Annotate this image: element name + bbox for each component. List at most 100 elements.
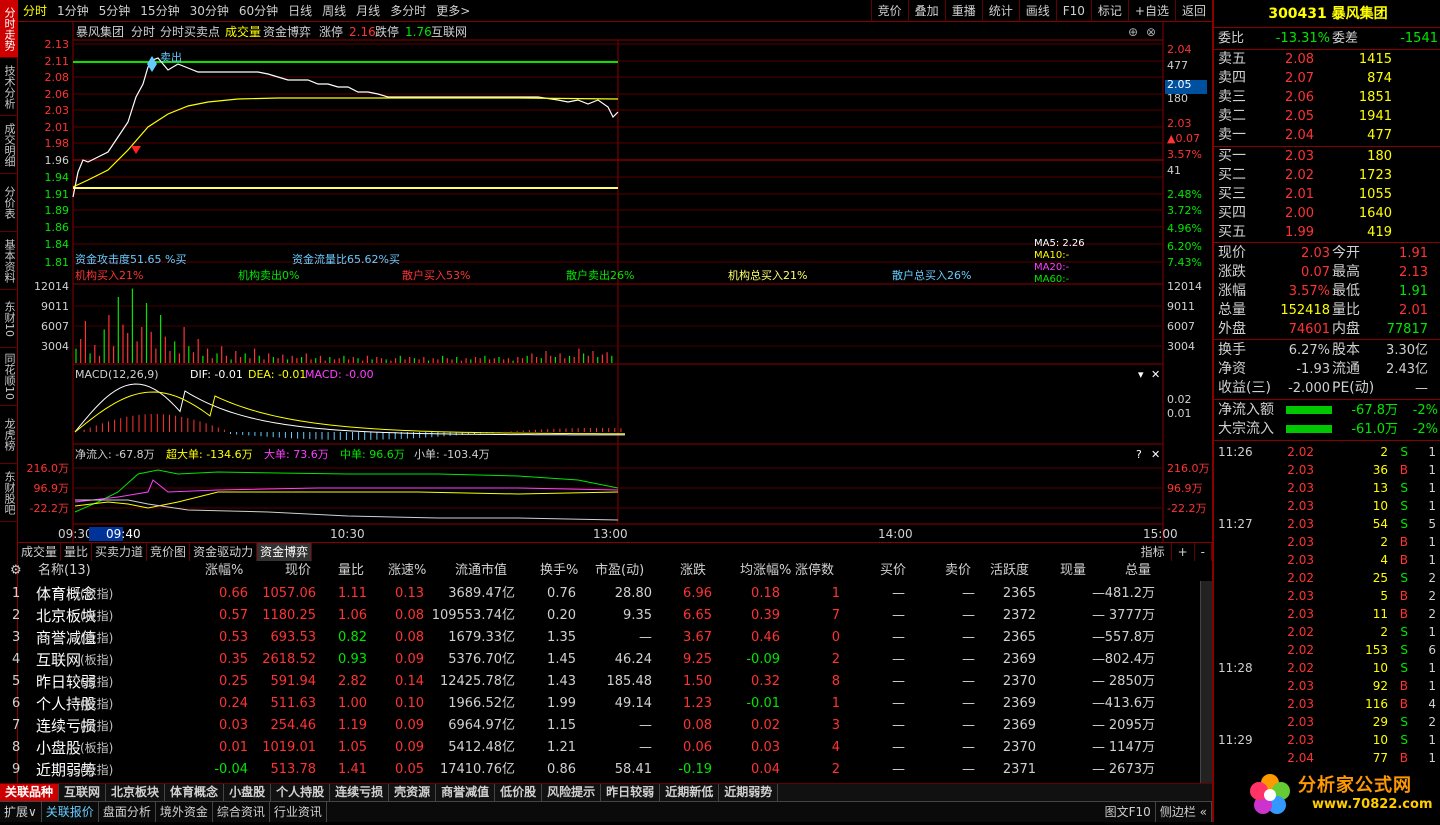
vtab-7[interactable]: 龙虎榜	[0, 406, 18, 464]
period-tab-0[interactable]: 分时	[18, 0, 52, 22]
table-header-13[interactable]: 活跃度	[990, 561, 1029, 581]
vtab-3[interactable]: 分价表	[0, 174, 18, 232]
toolbar-button-2[interactable]: 重播	[944, 0, 982, 22]
sector-tab-1[interactable]: 互联网	[59, 784, 107, 801]
vtab-6[interactable]: 同花顺10	[0, 348, 18, 406]
chart-canvas[interactable]: 暴风集团 分时 分时买卖点 成交量 资金博弈 涨停 2.16 跌停 1.76 互联网 ⊕ ⊗ 2.13 2…	[18, 22, 1212, 542]
indicator-tab-5[interactable]: 资金博弈	[257, 543, 313, 561]
indicator-action-2[interactable]: -	[1195, 543, 1212, 561]
period-tab-2[interactable]: 5分钟	[94, 0, 136, 22]
status-item-0[interactable]: 扩展∨	[0, 802, 42, 822]
toolbar-button-5[interactable]: F10	[1055, 0, 1091, 22]
table-header-1[interactable]: 涨幅%	[205, 561, 243, 581]
period-tab-7[interactable]: 周线	[317, 0, 351, 22]
vtab-4[interactable]: 基本资料	[0, 232, 18, 290]
sector-tab-11[interactable]: 昨日较弱	[601, 784, 661, 801]
period-tab-4[interactable]: 30分钟	[185, 0, 234, 22]
period-tab-9[interactable]: 多分时	[385, 0, 431, 22]
vtab-8[interactable]: 东财股吧	[0, 464, 18, 522]
period-tab-5[interactable]: 60分钟	[234, 0, 283, 22]
table-row[interactable]: 4 互联网 (板指) 0.35 2618.52 0.93 0.09 5376.70亿 1.45 4…	[0, 649, 1212, 671]
table-header-2[interactable]: 现价	[285, 561, 311, 581]
buy-level-3[interactable]: 买三 2.01 1055	[1214, 185, 1440, 204]
table-header-5[interactable]: 流通市值	[455, 561, 507, 581]
table-row[interactable]: 8 小盘股 (板指) 0.01 1019.01 1.05 0.09 5412.48亿 1.21 —…	[0, 737, 1212, 759]
table-row[interactable]: 5 昨日较弱 (板指) 0.25 591.94 2.82 0.14 12425.78亿 1.43…	[0, 671, 1212, 693]
sector-tab-12[interactable]: 近期新低	[660, 784, 720, 801]
sector-tab-3[interactable]: 体育概念	[165, 784, 225, 801]
status-item-5[interactable]: 行业资讯	[270, 802, 327, 822]
status-right-1[interactable]: 侧边栏 «	[1156, 802, 1212, 822]
table-header-14[interactable]: 现量	[1060, 561, 1086, 581]
vtab-5[interactable]: 东财10	[0, 290, 18, 348]
indicator-tab-0[interactable]: 成交量	[18, 543, 62, 561]
toolbar-button-1[interactable]: 叠加	[907, 0, 945, 22]
status-right-0[interactable]: 图文F10	[1101, 802, 1156, 822]
table-header-7[interactable]: 市盈(动)	[595, 561, 644, 581]
buy-level-2[interactable]: 买二 2.02 1723	[1214, 166, 1440, 185]
table-row[interactable]: 7 连续亏损 (板指) 0.03 254.46 1.19 0.09 6964.97亿 1.15—…	[0, 715, 1212, 737]
vtab-0[interactable]: 分时走势	[0, 0, 18, 58]
sell-level-3[interactable]: 卖三 2.06 1851	[1214, 88, 1440, 107]
vtab-2[interactable]: 成交明细	[0, 116, 18, 174]
status-item-1[interactable]: 关联报价	[42, 802, 99, 822]
indicator-tab-4[interactable]: 资金驱动力	[190, 543, 258, 561]
table-row[interactable]: 3 商誉减值 (板指) 0.53 693.53 0.82 0.08 1679.33亿 1.35—…	[0, 627, 1212, 649]
period-tab-10[interactable]: 更多>	[431, 0, 475, 22]
table-settings-gear-icon[interactable]: ⚙	[10, 561, 22, 581]
indicator-action-0[interactable]: 指标	[1135, 543, 1172, 561]
buy-level-1[interactable]: 买一 2.03 180	[1214, 147, 1440, 166]
table-scrollbar[interactable]	[1200, 581, 1212, 783]
table-header-11[interactable]: 买价	[880, 561, 906, 581]
sector-tab-9[interactable]: 低价股	[495, 784, 543, 801]
indicator-tab-1[interactable]: 量比	[61, 543, 93, 561]
period-tab-6[interactable]: 日线	[283, 0, 317, 22]
sector-tab-5[interactable]: 个人持股	[271, 784, 331, 801]
toolbar-button-7[interactable]: +自选	[1127, 0, 1175, 22]
table-row[interactable]: 2 北京板块 (板指) 0.57 1180.25 1.06 0.08 109553.74亿 0.…	[0, 605, 1212, 627]
sell-level-1[interactable]: 卖一 2.04 477	[1214, 126, 1440, 145]
table-row[interactable]: 1 体育概念 (板指) 0.66 1057.06 1.11 0.13 3689.47亿 0.76…	[0, 583, 1212, 605]
buy-level-4[interactable]: 买四 2.00 1640	[1214, 204, 1440, 223]
vtab-1[interactable]: 技术分析	[0, 58, 18, 116]
status-item-3[interactable]: 境外资金	[156, 802, 213, 822]
sector-tab-0[interactable]: 关联品种	[0, 784, 60, 801]
intraday-chart[interactable]: 暴风集团 分时 分时买卖点 成交量 资金博弈 涨停 2.16 跌停 1.76 互联网 ⊕ ⊗ 2.13 2…	[18, 22, 1212, 542]
status-item-4[interactable]: 综合资讯	[213, 802, 270, 822]
period-tab-3[interactable]: 15分钟	[135, 0, 184, 22]
table-header-4[interactable]: 涨速%	[388, 561, 426, 581]
table-header-9[interactable]: 均涨幅%	[740, 561, 791, 581]
table-header-15[interactable]: 总量	[1125, 561, 1151, 581]
sell-level-4[interactable]: 卖四 2.07 874	[1214, 69, 1440, 88]
table-header-0[interactable]: 名称(13)	[38, 561, 91, 581]
sell-level-2[interactable]: 卖二 2.05 1941	[1214, 107, 1440, 126]
toolbar-button-8[interactable]: 返回	[1174, 0, 1212, 22]
indicator-tab-3[interactable]: 竞价图	[147, 543, 191, 561]
toolbar-button-0[interactable]: 竞价	[870, 0, 908, 22]
table-row[interactable]: 9 近期弱势 (板指) -0.04 513.78 1.41 0.05 17410.76亿 0.8…	[0, 759, 1212, 781]
toolbar-button-6[interactable]: 标记	[1090, 0, 1128, 22]
sector-tab-7[interactable]: 壳资源	[389, 784, 437, 801]
sector-tab-2[interactable]: 北京板块	[106, 784, 166, 801]
indicator-tab-2[interactable]: 买卖力道	[92, 543, 148, 561]
toolbar-button-4[interactable]: 画线	[1018, 0, 1056, 22]
sector-tab-10[interactable]: 风险提示	[542, 784, 602, 801]
indicator-action-1[interactable]: +	[1172, 543, 1195, 561]
table-header-3[interactable]: 量比	[338, 561, 364, 581]
sector-tab-13[interactable]: 近期弱势	[719, 784, 779, 801]
buy-level-5[interactable]: 买五 1.99 419	[1214, 223, 1440, 242]
sector-tab-4[interactable]: 小盘股	[224, 784, 272, 801]
table-row[interactable]: 6 个人持股 (板指) 0.24 511.63 1.00 0.10 1966.52亿 1.99 4…	[0, 693, 1212, 715]
table-header-10[interactable]: 涨停数	[795, 561, 834, 581]
sector-tab-6[interactable]: 连续亏损	[330, 784, 390, 801]
toolbar-button-3[interactable]: 统计	[981, 0, 1019, 22]
period-tab-8[interactable]: 月线	[351, 0, 385, 22]
sector-tab-8[interactable]: 商誉减值	[436, 784, 496, 801]
sell-level-5[interactable]: 卖五 2.08 1415	[1214, 50, 1440, 69]
period-tab-1[interactable]: 1分钟	[52, 0, 94, 22]
table-header-8[interactable]: 涨跌	[680, 561, 706, 581]
table-header-6[interactable]: 换手%	[540, 561, 578, 581]
sector-table[interactable]: ⚙ 名称(13) 涨幅% 现价 量比 涨速% 流通市值 换手% 市盈(动) 涨跌 均涨幅% 涨停数 买价…	[0, 561, 1212, 783]
status-item-2[interactable]: 盘面分析	[99, 802, 156, 822]
table-header-12[interactable]: 卖价	[945, 561, 971, 581]
